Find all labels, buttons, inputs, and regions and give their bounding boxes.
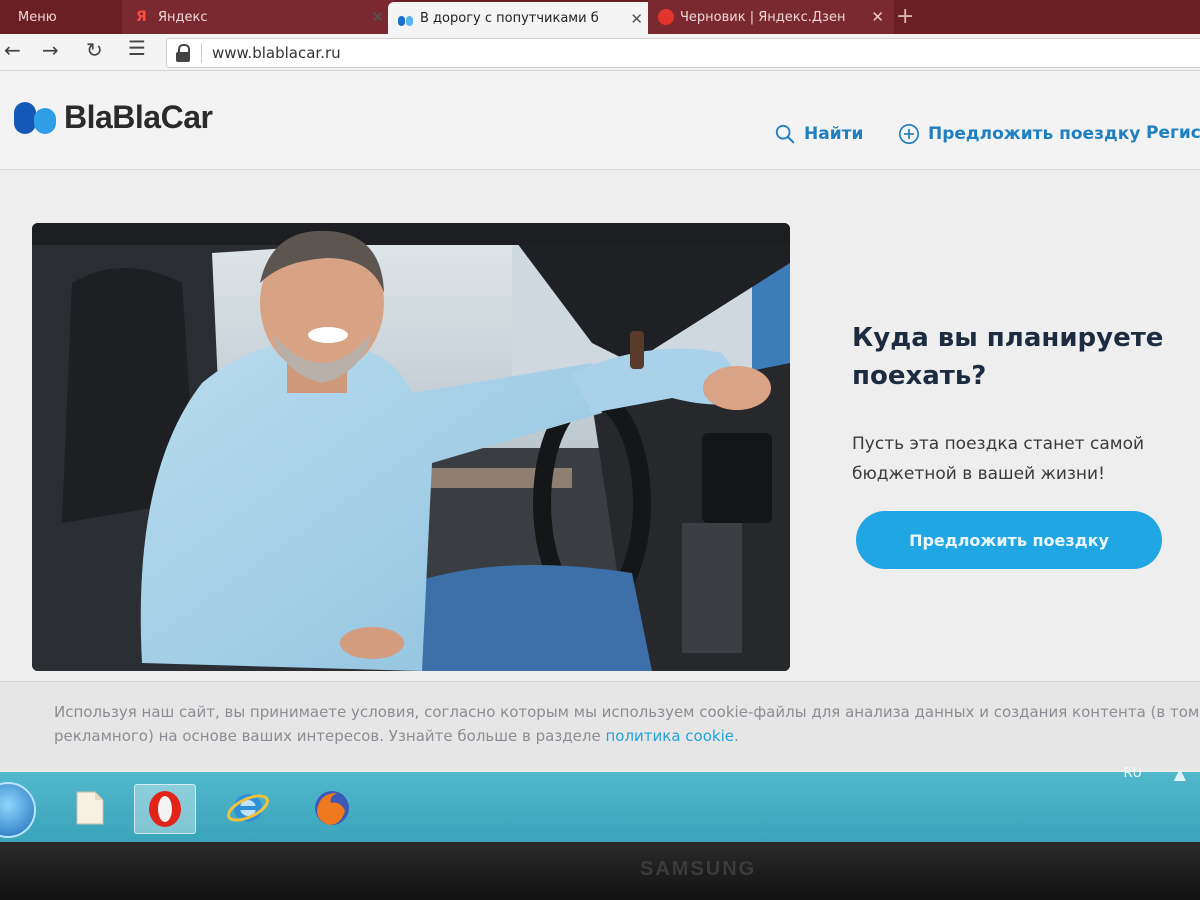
language-indicator[interactable]: RU xyxy=(1123,766,1142,781)
monitor-bezel xyxy=(0,842,1200,900)
address-bar-row: ← → ↻ ☰ www.blablacar.ru xyxy=(0,34,1200,71)
cookie-banner: Используя наш сайт, вы принимаете услови… xyxy=(0,681,1200,770)
search-icon xyxy=(775,124,795,144)
url-text: www.blablacar.ru xyxy=(212,44,341,62)
offer-ride-button[interactable]: Предложить поездку xyxy=(856,511,1162,569)
file-explorer-taskbar-button[interactable] xyxy=(60,784,120,832)
cookie-text-line1: Используя наш сайт, вы принимаете услови… xyxy=(54,703,1200,721)
site-header: BlaBlaCar Найти Предложить поездку Регис… xyxy=(0,71,1200,170)
lock-icon xyxy=(175,44,191,62)
tab-label: Яндекс xyxy=(158,9,208,25)
tab-label: В дорогу с попутчиками б xyxy=(420,10,599,26)
nav-register-link[interactable]: Регист xyxy=(1146,123,1200,143)
close-icon[interactable]: ✕ xyxy=(630,10,643,28)
close-icon[interactable]: ✕ xyxy=(371,8,384,26)
opera-icon xyxy=(149,791,181,827)
logo-text: BlaBlaCar xyxy=(64,99,213,135)
internet-explorer-icon xyxy=(227,794,269,822)
cookie-text: Используя наш сайт, вы принимаете услови… xyxy=(54,700,1200,748)
opera-taskbar-button[interactable] xyxy=(134,784,196,834)
blablacar-logo[interactable]: BlaBlaCar xyxy=(14,99,213,136)
tab-yandex-zen[interactable]: Черновик | Яндекс.Дзен ✕ xyxy=(648,0,894,34)
driver-in-car-image xyxy=(32,223,790,671)
zen-favicon-icon xyxy=(658,9,674,25)
cookie-policy-link[interactable]: политика cookie xyxy=(605,727,734,745)
tray-chevron-up-icon[interactable]: ▲ xyxy=(1174,764,1186,783)
windows-taskbar: RU ▲ xyxy=(0,764,1200,842)
document-icon xyxy=(76,791,104,825)
nav-find-link[interactable]: Найти xyxy=(774,123,863,145)
start-button-windows-icon[interactable] xyxy=(0,782,36,838)
hero-subtitle: Пусть эта поездка станет самой бюджетной… xyxy=(852,434,1145,484)
tab-blablacar[interactable]: В дорогу с попутчиками б ✕ xyxy=(388,2,653,34)
tab-yandex[interactable]: Я Яндекс ✕ xyxy=(122,0,394,34)
firefox-taskbar-button[interactable] xyxy=(302,784,362,832)
cookie-text-end: . xyxy=(733,727,739,745)
hero-photo xyxy=(32,223,790,671)
browser-tab-strip: Меню Я Яндекс ✕ В дорогу с попутчиками б… xyxy=(0,0,1200,34)
nav-register-label: Регист xyxy=(1146,123,1200,143)
cookie-text-line2: рекламного) на основе ваших интересов. У… xyxy=(54,727,606,745)
blablacar-logo-icon xyxy=(14,100,58,136)
nav-offer-label: Предложить поездку xyxy=(928,124,1141,144)
blablacar-favicon-icon xyxy=(398,10,414,26)
nav-offer-ride-link[interactable]: Предложить поездку xyxy=(898,123,1140,145)
tab-menu[interactable]: Меню xyxy=(0,0,138,34)
monitor-brand-logo: SAMSUNG xyxy=(640,858,757,880)
screen: Меню Я Яндекс ✕ В дорогу с попутчиками б… xyxy=(0,0,1200,842)
nav-find-label: Найти xyxy=(804,124,864,144)
plus-circle-icon xyxy=(899,124,919,144)
yandex-icon: Я xyxy=(136,9,147,25)
forward-arrow-icon[interactable]: → xyxy=(42,38,59,62)
close-icon[interactable]: ✕ xyxy=(871,8,884,26)
new-tab-button[interactable]: + xyxy=(896,4,914,29)
firefox-icon xyxy=(315,791,349,825)
internet-explorer-taskbar-button[interactable] xyxy=(218,784,278,832)
web-page: BlaBlaCar Найти Предложить поездку Регис… xyxy=(0,71,1200,770)
back-arrow-icon[interactable]: ← xyxy=(4,38,21,62)
hero-title: Куда вы планируете поехать? xyxy=(852,323,1164,391)
speed-dial-icon[interactable]: ☰ xyxy=(128,36,146,60)
tab-label: Меню xyxy=(18,9,57,25)
url-field[interactable]: www.blablacar.ru xyxy=(166,38,1200,68)
reload-icon[interactable]: ↻ xyxy=(86,38,103,62)
tab-label: Черновик | Яндекс.Дзен xyxy=(680,9,846,25)
divider xyxy=(201,43,202,63)
